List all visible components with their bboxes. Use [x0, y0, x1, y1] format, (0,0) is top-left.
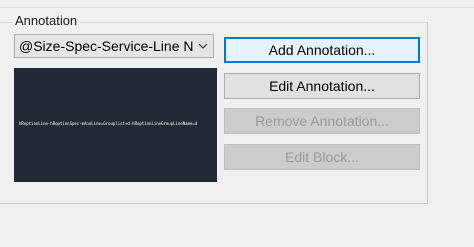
annotation-group-title: Annotation [13, 13, 80, 28]
annotation-select[interactable]: @Size-Spec-Service-Line Nu [14, 34, 214, 58]
edit-annotation-button[interactable]: Edit Annotation... [224, 73, 420, 99]
annotation-preview: hRoptionLine-hRoptionSpec-mAnoLine=Group… [14, 68, 217, 182]
edit-block-button[interactable]: Edit Block... [224, 144, 420, 170]
add-annotation-button[interactable]: Add Annotation... [224, 37, 420, 63]
top-separator [0, 7, 474, 8]
annotation-select-value: @Size-Spec-Service-Line Nu [19, 38, 193, 54]
annotation-preview-text: hRoptionLine-hRoptionSpec-mAnoLine=Group… [19, 121, 198, 126]
chevron-down-icon[interactable] [193, 35, 213, 57]
remove-annotation-button[interactable]: Remove Annotation... [224, 108, 420, 134]
